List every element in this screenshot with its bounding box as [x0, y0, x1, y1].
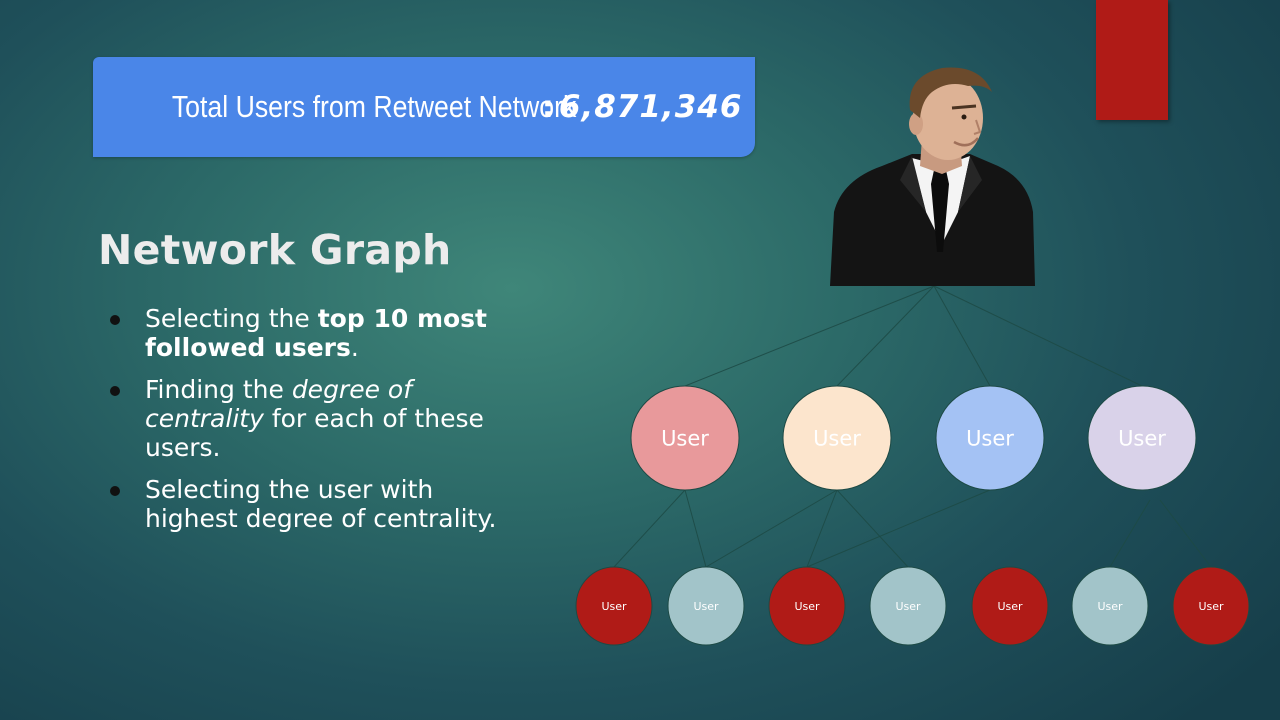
bottom-user-nodes: User User User User User User User — [575, 566, 1250, 646]
graph-edge — [933, 285, 991, 387]
graph-edge — [1159, 499, 1212, 568]
bottom-user-label: User — [895, 600, 921, 613]
graph-edge — [1109, 499, 1151, 568]
graph-edge — [836, 285, 935, 387]
top-user-label: User — [813, 426, 861, 450]
bottom-user-label: User — [794, 600, 820, 613]
bottom-user-label: User — [1198, 600, 1224, 613]
graph-edge — [806, 489, 838, 568]
top-user-label: User — [966, 426, 1014, 450]
bottom-user-label: User — [693, 600, 719, 613]
bottom-user-label: User — [601, 600, 627, 613]
top-user-label: User — [1118, 426, 1166, 450]
top-user-label: User — [661, 426, 709, 450]
bottom-user-label: User — [997, 600, 1023, 613]
graph-edge — [806, 489, 991, 568]
graph-edge — [684, 489, 707, 568]
graph-edge — [684, 285, 935, 387]
network-graph: User User User User User User User User User Use… — [575, 285, 1250, 646]
top-user-nodes: User User User User — [630, 385, 1197, 491]
graph-edge — [933, 285, 1143, 387]
person-photo — [830, 67, 1035, 286]
bottom-user-label: User — [1097, 600, 1123, 613]
graph-edge — [613, 489, 686, 568]
graph-edge — [705, 489, 838, 568]
